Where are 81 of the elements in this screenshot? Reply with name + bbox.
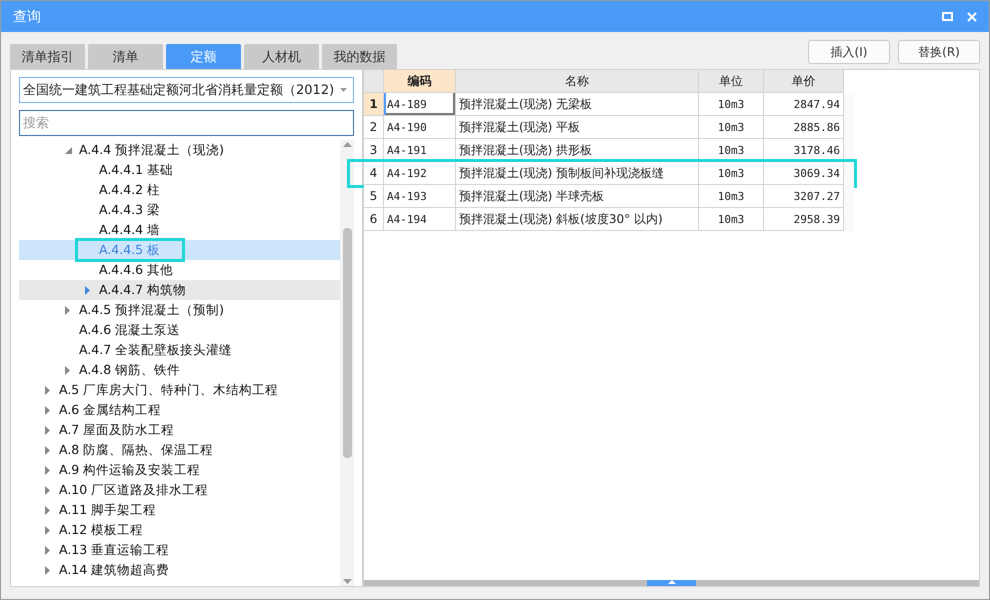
maximize-icon[interactable]	[942, 12, 953, 21]
tree-item[interactable]: A.6 金属结构工程	[19, 400, 340, 420]
tree-item[interactable]: A.4.4.4 墙	[19, 220, 340, 240]
close-icon[interactable]	[967, 12, 977, 22]
column-header[interactable]: 单价	[764, 70, 844, 93]
table-cell: 10m3	[699, 116, 764, 139]
expand-triangle-icon[interactable]	[45, 446, 50, 454]
tree-item[interactable]: A.4.4.3 梁	[19, 200, 340, 220]
tree-item[interactable]: A.11 脚手架工程	[19, 500, 340, 520]
expand-triangle-icon[interactable]	[45, 406, 50, 414]
column-header[interactable]: 编码	[384, 70, 456, 93]
table-cell: A4-194	[384, 208, 456, 231]
tree-item[interactable]: A.4.6 混凝土泵送	[19, 320, 340, 340]
table-cell: 3069.34	[764, 162, 844, 185]
table-cell: 预拌混凝土(现浇) 平板	[456, 116, 699, 139]
search-field[interactable]: 搜索	[19, 110, 354, 136]
row-number[interactable]: 4	[364, 162, 384, 185]
tree-item[interactable]: A.4.4.6 其他	[19, 260, 340, 280]
expand-triangle-icon[interactable]	[45, 486, 50, 494]
expand-triangle-icon[interactable]	[45, 386, 50, 394]
expand-triangle-icon[interactable]	[65, 306, 70, 314]
expanded-triangle-icon[interactable]	[65, 146, 72, 154]
toolbar-button[interactable]: 插入(I)	[808, 40, 890, 64]
vertical-scrollbar[interactable]	[340, 140, 354, 586]
table-cell: 10m3	[699, 162, 764, 185]
tree-item[interactable]: A.5 厂库房大门、特种门、木结构工程	[19, 380, 340, 400]
tree-item[interactable]: A.8 防腐、隔热、保温工程	[19, 440, 340, 460]
column-header[interactable]: 名称	[456, 70, 699, 93]
column-header[interactable]: 单位	[699, 70, 764, 93]
expand-triangle-icon[interactable]	[65, 366, 70, 374]
table-cell: A4-190	[384, 116, 456, 139]
window-title: 查询	[13, 8, 41, 26]
tree-item[interactable]: A.10 厂区道路及排水工程	[19, 480, 340, 500]
toolbar-button[interactable]: 替换(R)	[898, 40, 980, 64]
tab[interactable]: 清单	[88, 44, 163, 69]
library-dropdown[interactable]: 全国统一建筑工程基础定额河北省消耗量定额（2012)	[19, 77, 354, 103]
table-cell: 10m3	[699, 208, 764, 231]
table-cell: 2885.86	[764, 116, 844, 139]
table-cell: A4-193	[384, 185, 456, 208]
tree-item[interactable]: A.14 建筑物超高费	[19, 560, 340, 580]
tree-item[interactable]: A.4.4.1 基础	[19, 160, 340, 180]
tree-item[interactable]: A.7 屋面及防水工程	[19, 420, 340, 440]
horizontal-scrollbar[interactable]	[364, 580, 979, 586]
table-cell: A4-192	[384, 162, 456, 185]
tree-item[interactable]: A.4.4 预拌混凝土（现浇)	[19, 140, 340, 160]
expand-triangle-icon[interactable]	[45, 506, 50, 514]
row-number[interactable]: 5	[364, 185, 384, 208]
table-cell: 预拌混凝土(现浇) 无梁板	[456, 93, 699, 116]
row-number[interactable]: 6	[364, 208, 384, 231]
table-cell: 10m3	[699, 93, 764, 116]
tree-item[interactable]: A.13 垂直运输工程	[19, 540, 340, 560]
table-cell: 10m3	[699, 185, 764, 208]
scroll-down-icon[interactable]	[342, 579, 352, 584]
expand-triangle-icon[interactable]	[45, 526, 50, 534]
table-cell: 预拌混凝土(现浇) 预制板间补现浇板缝	[456, 162, 699, 185]
tree-item[interactable]: A.4.4.7 构筑物	[19, 280, 340, 300]
tab[interactable]: 我的数据	[322, 44, 397, 69]
row-number[interactable]: 2	[364, 116, 384, 139]
expand-triangle-icon[interactable]	[45, 426, 50, 434]
table-cell: A4-189	[384, 93, 456, 116]
tab[interactable]: 人材机	[244, 44, 319, 69]
tree-item[interactable]: A.12 模板工程	[19, 520, 340, 540]
tree-item[interactable]: A.4.5 预拌混凝土（预制)	[19, 300, 340, 320]
tab[interactable]: 清单指引	[10, 44, 85, 69]
scroll-up-icon[interactable]	[668, 580, 676, 584]
dropdown-caret-icon[interactable]	[340, 88, 347, 92]
table-cell: 预拌混凝土(现浇) 半球壳板	[456, 185, 699, 208]
row-number[interactable]: 1	[364, 93, 384, 116]
expand-triangle-icon[interactable]	[45, 546, 50, 554]
table-cell: 2847.94	[764, 93, 844, 116]
tree-item[interactable]: A.9 构件运输及安装工程	[19, 460, 340, 480]
expand-triangle-icon[interactable]	[85, 286, 90, 294]
table-cell: 3207.27	[764, 185, 844, 208]
tree-item[interactable]: A.4.7 全装配壁板接头灌缝	[19, 340, 340, 360]
table-cell: 2958.39	[764, 208, 844, 231]
expand-triangle-icon[interactable]	[45, 466, 50, 474]
table-cell: 预拌混凝土(现浇) 斜板(坡度30° 以内)	[456, 208, 699, 231]
tree-item[interactable]: A.4.8 钢筋、铁件	[19, 360, 340, 380]
expand-triangle-icon[interactable]	[45, 566, 50, 574]
scroll-up-icon[interactable]	[342, 142, 352, 147]
tree-item[interactable]: A.4.4.2 柱	[19, 180, 340, 200]
